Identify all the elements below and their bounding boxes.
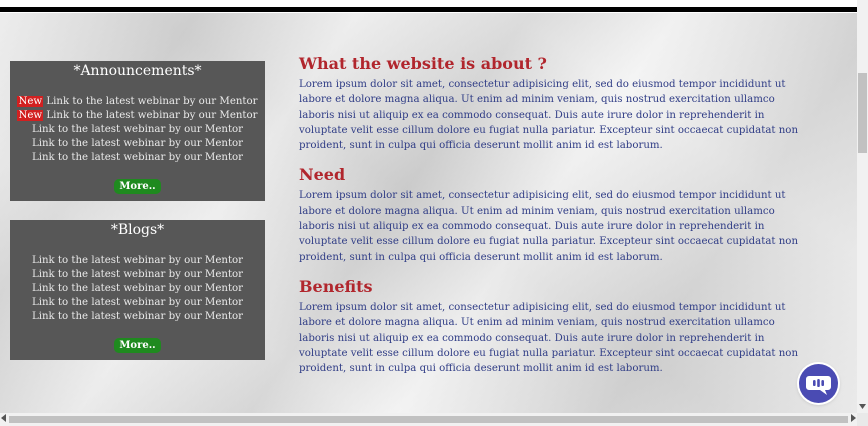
announcements-list: New Link to the latest webinar by our Me… [10, 95, 265, 165]
section-about: What the website is about ? Lorem ipsum … [299, 54, 809, 153]
section-need: Need Lorem ipsum dolor sit amet, consect… [299, 165, 809, 264]
announcements-title: *Announcements* [73, 63, 202, 79]
section-heading: Need [299, 165, 346, 185]
main-content: What the website is about ? Lorem ipsum … [299, 54, 809, 388]
announcement-link[interactable]: Link to the latest webinar by our Mentor [32, 138, 243, 149]
announcement-item[interactable]: New Link to the latest webinar by our Me… [10, 95, 265, 109]
new-badge: New [17, 96, 44, 107]
announcement-link[interactable]: Link to the latest webinar by our Mentor [46, 96, 257, 107]
blog-link[interactable]: Link to the latest webinar by our Mentor [32, 297, 243, 308]
vertical-scroll-thumb[interactable] [858, 73, 867, 153]
new-badge: New [17, 110, 44, 121]
section-body: Lorem ipsum dolor sit amet, consectetur … [299, 301, 799, 375]
announcement-item[interactable]: New Link to the latest webinar by our Me… [10, 109, 265, 123]
blog-item[interactable]: Link to the latest webinar by our Mentor [10, 310, 265, 324]
blogs-title: *Blogs* [110, 222, 165, 238]
announcement-link[interactable]: Link to the latest webinar by our Mentor [32, 152, 243, 163]
section-benefits: Benefits Lorem ipsum dolor sit amet, con… [299, 277, 809, 376]
top-divider [0, 7, 857, 12]
triangle-down-icon[interactable] [859, 404, 866, 410]
announcement-link[interactable]: Link to the latest webinar by our Mentor [46, 110, 257, 121]
announcements-panel: *Announcements* New Link to the latest w… [10, 61, 265, 201]
section-heading: Benefits [299, 276, 373, 296]
blogs-panel: *Blogs* Link to the latest webinar by ou… [10, 220, 265, 360]
triangle-left-icon[interactable] [1, 414, 7, 422]
announcements-more-button[interactable]: More.. [114, 179, 161, 194]
blog-link[interactable]: Link to the latest webinar by our Mentor [32, 255, 243, 266]
announcement-item[interactable]: Link to the latest webinar by our Mentor [10, 123, 265, 137]
blogs-list: Link to the latest webinar by our Mentor… [10, 254, 265, 324]
blog-link[interactable]: Link to the latest webinar by our Mentor [32, 283, 243, 294]
vertical-scrollbar[interactable] [857, 0, 868, 413]
blog-item[interactable]: Link to the latest webinar by our Mentor [10, 296, 265, 310]
blog-link[interactable]: Link to the latest webinar by our Mentor [32, 269, 243, 280]
chat-button[interactable] [799, 364, 838, 403]
announcement-link[interactable]: Link to the latest webinar by our Mentor [32, 124, 243, 135]
section-body: Lorem ipsum dolor sit amet, consectetur … [299, 79, 799, 152]
section-heading: What the website is about ? [299, 54, 547, 73]
blog-item[interactable]: Link to the latest webinar by our Mentor [10, 282, 265, 296]
section-body: Lorem ipsum dolor sit amet, consectetur … [299, 190, 799, 263]
announcement-item[interactable]: Link to the latest webinar by our Mentor [10, 137, 265, 151]
triangle-right-icon[interactable] [850, 414, 856, 422]
blog-link[interactable]: Link to the latest webinar by our Mentor [32, 311, 243, 322]
horizontal-scroll-thumb[interactable] [9, 416, 848, 423]
blog-item[interactable]: Link to the latest webinar by our Mentor [10, 268, 265, 282]
chat-bubble-icon [806, 376, 831, 395]
blog-item[interactable]: Link to the latest webinar by our Mentor [10, 254, 265, 268]
announcement-item[interactable]: Link to the latest webinar by our Mentor [10, 151, 265, 165]
blogs-more-button[interactable]: More.. [114, 338, 161, 353]
